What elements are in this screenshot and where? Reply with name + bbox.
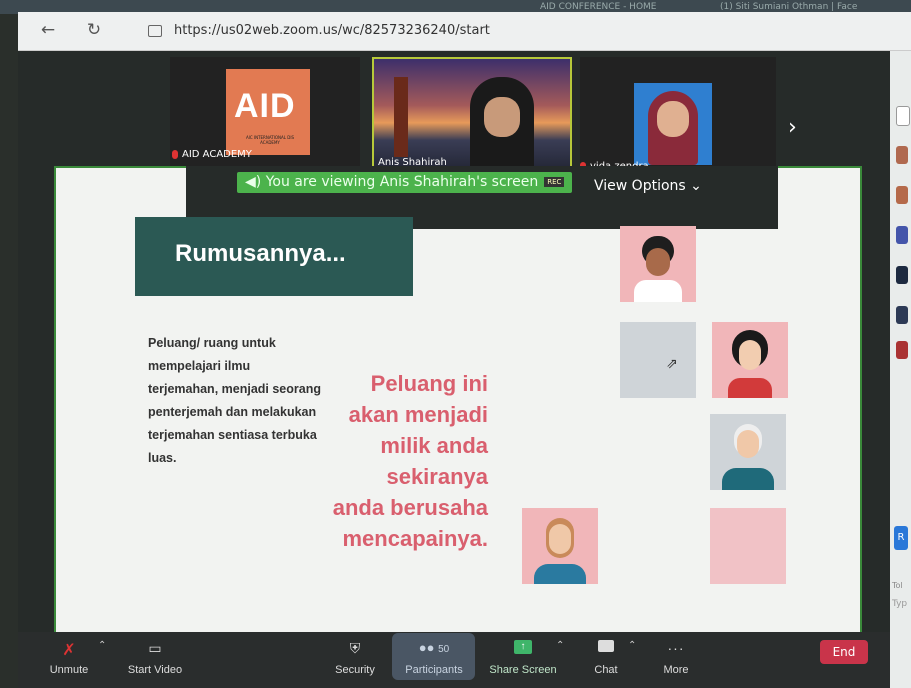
- quote-line: anda berusaha: [332, 495, 488, 520]
- logo-text: AID: [234, 87, 296, 125]
- view-options-button[interactable]: View Options ⌄: [594, 178, 702, 194]
- audio-options-chevron-icon[interactable]: ⌃: [98, 640, 106, 651]
- panel-avatar: [896, 306, 908, 324]
- tab-label: (1) Siti Sumiani Othman | Face: [720, 2, 858, 12]
- start-video-button[interactable]: ▭ Start Video: [122, 640, 188, 676]
- security-button[interactable]: ⛨ Security: [330, 640, 380, 676]
- share-screen-icon: ↑: [486, 640, 560, 658]
- quote-line: akan menjadi: [348, 402, 488, 427]
- avatar-illustration: [522, 508, 598, 584]
- video-off-icon: ▭: [148, 640, 162, 656]
- avatar-placeholder: ⇗: [620, 322, 696, 398]
- avatar-placeholder: [710, 508, 786, 584]
- lock-icon: [148, 24, 162, 37]
- reload-icon[interactable]: ↻: [84, 20, 104, 40]
- panel-button[interactable]: R: [894, 526, 908, 550]
- participants-button[interactable]: ●● 50 Participants: [398, 640, 470, 676]
- next-page-chevron-icon[interactable]: ›: [788, 115, 797, 140]
- panel-item[interactable]: [896, 106, 910, 126]
- avatar-illustration: [712, 322, 788, 398]
- panel-input[interactable]: Typ: [892, 599, 907, 609]
- quote-line: sekiranya: [386, 464, 488, 489]
- url-text: https://us02web.zoom.us/wc/82573236240/s…: [174, 23, 490, 38]
- tab-label: AID CONFERENCE - HOME: [540, 2, 657, 12]
- participant-video: [470, 77, 534, 177]
- back-icon[interactable]: ←: [38, 20, 58, 40]
- slide-body-text: Peluang/ ruang untuk mempelajari ilmu te…: [148, 336, 321, 465]
- panel-avatar: [896, 341, 908, 359]
- chevron-down-icon: ⌄: [690, 178, 702, 194]
- slide-title: Rumusannya...: [175, 240, 346, 267]
- chat-icon: [586, 640, 626, 658]
- unmute-button[interactable]: ✗ Unmute: [42, 640, 96, 676]
- avatar-illustration: [710, 414, 786, 490]
- participant-tile[interactable]: AID AIC INTERNATIONAL DIS ACADEMY AID AC…: [170, 57, 360, 177]
- share-options-chevron-icon[interactable]: ⌃: [556, 640, 564, 651]
- panel-avatar: [896, 146, 908, 164]
- side-panel: R Tol Typ: [890, 51, 911, 688]
- logo-subtext: AIC INTERNATIONAL DIS ACADEMY: [245, 135, 295, 145]
- address-bar[interactable]: https://us02web.zoom.us/wc/82573236240/s…: [148, 20, 748, 42]
- panel-avatar: [896, 186, 908, 204]
- speaker-icon: ◀): [245, 174, 262, 190]
- muted-mic-icon: [172, 149, 178, 159]
- quote-line: milik anda: [380, 433, 488, 458]
- bridge-tower: [394, 77, 408, 157]
- shield-icon: ⛨: [349, 640, 361, 656]
- aid-logo: AID AIC INTERNATIONAL DIS ACADEMY: [226, 69, 310, 155]
- participant-name: AID ACADEMY: [172, 149, 252, 160]
- quote-line: Peluang ini: [370, 371, 488, 396]
- chat-options-chevron-icon[interactable]: ⌃: [628, 640, 636, 651]
- panel-avatar: [896, 266, 908, 284]
- quote-line: mencapainya.: [342, 526, 488, 551]
- participant-photo: [634, 83, 712, 165]
- share-screen-button[interactable]: ↑ Share Screen: [486, 640, 560, 676]
- participants-count: 50: [438, 644, 450, 655]
- slide-quote: Peluang ini akan menjadi milik anda seki…: [318, 368, 488, 554]
- panel-avatar: [896, 226, 908, 244]
- chat-button[interactable]: Chat: [586, 640, 626, 676]
- more-dots-icon: ···: [667, 640, 685, 656]
- panel-label: Tol: [892, 581, 903, 590]
- viewing-text: You are viewing Anis Shahirah's screen: [265, 174, 539, 190]
- avatar-illustration: [620, 226, 696, 302]
- participant-tile[interactable]: vida zendra: [580, 57, 776, 177]
- more-button[interactable]: ··· More: [656, 640, 696, 676]
- rec-badge: REC: [544, 177, 565, 187]
- viewing-banner: ◀) You are viewing Anis Shahirah's scree…: [237, 172, 573, 193]
- participant-tile-active-speaker[interactable]: Anis Shahirah: [372, 57, 572, 177]
- participants-icon: ●● 50: [418, 640, 450, 655]
- muted-mic-icon: ✗: [62, 642, 76, 659]
- browser-toolbar: ← ↻ https://us02web.zoom.us/wc/825732362…: [18, 12, 911, 51]
- end-meeting-button[interactable]: End: [820, 640, 868, 664]
- cursor-icon: ⇗: [666, 356, 678, 372]
